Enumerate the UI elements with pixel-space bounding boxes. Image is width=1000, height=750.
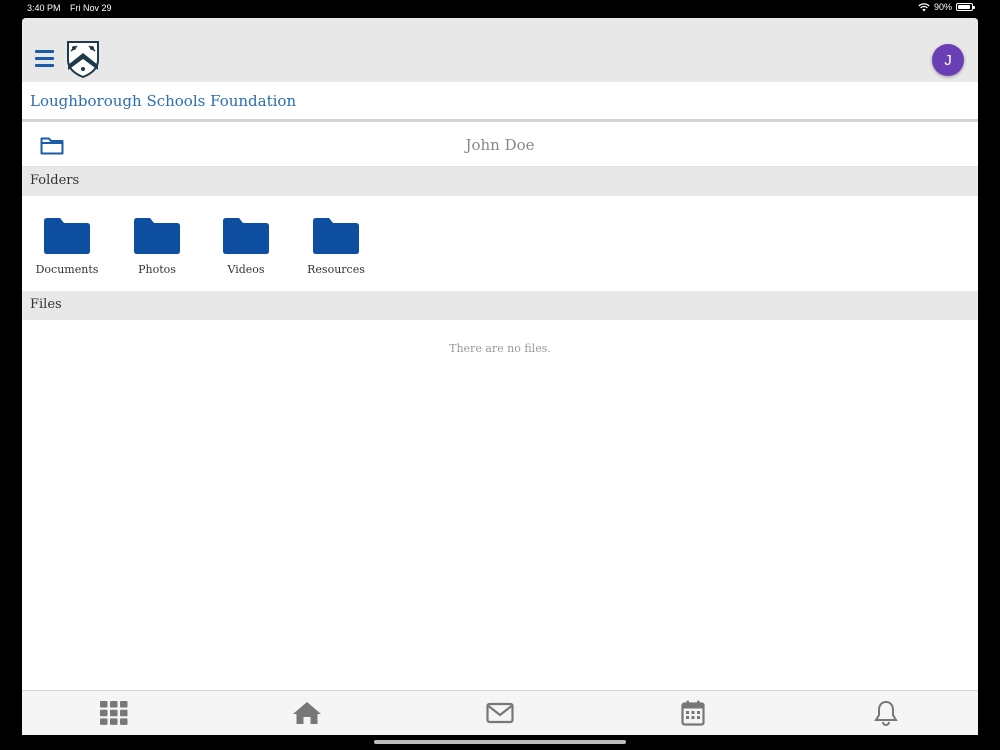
wifi-icon: [918, 2, 930, 11]
org-bar: Loughborough Schools Foundation: [22, 82, 978, 122]
app-screen: J Loughborough Schools Foundation John D…: [22, 18, 978, 735]
folder-icon: [44, 218, 90, 254]
school-crest-logo[interactable]: [66, 40, 100, 78]
battery-icon: [956, 3, 975, 11]
folder-videos[interactable]: Videos: [201, 218, 291, 276]
folder-owner-name: John Doe: [465, 136, 535, 154]
mail-icon: [486, 702, 514, 724]
user-avatar[interactable]: J: [932, 44, 964, 76]
folder-resources[interactable]: Resources: [291, 218, 381, 276]
menu-icon[interactable]: [35, 50, 54, 67]
status-time: 3:40 PM: [27, 3, 61, 13]
empty-files-message: There are no files.: [449, 342, 551, 355]
status-bar: 3:40 PM Fri Nov 29 90%: [0, 0, 1000, 16]
home-icon: [293, 702, 321, 724]
folder-label: Documents: [35, 263, 99, 276]
folders-title: Folders: [30, 173, 80, 188]
files-section-header: Files: [22, 291, 978, 320]
calendar-icon: [681, 700, 705, 726]
bell-icon: [874, 700, 898, 726]
folder-label: Photos: [138, 263, 176, 276]
battery-percent: 90%: [933, 2, 952, 12]
tab-apps[interactable]: [99, 699, 129, 727]
status-date: Fri Nov 29: [70, 3, 112, 13]
bottom-tab-bar: [22, 690, 978, 735]
folder-documents[interactable]: Documents: [22, 218, 112, 276]
folders-grid: Documents Photos Videos Resources: [22, 198, 978, 290]
folder-label: Videos: [227, 263, 265, 276]
files-title: Files: [30, 297, 62, 312]
folder-label: Resources: [307, 263, 365, 276]
folder-icon: [134, 218, 180, 254]
org-name[interactable]: Loughborough Schools Foundation: [30, 92, 296, 110]
tab-notifications[interactable]: [871, 699, 901, 727]
folder-icon: [223, 218, 269, 254]
folder-photos[interactable]: Photos: [112, 218, 202, 276]
path-bar: John Doe: [22, 122, 978, 167]
grid-icon: [100, 701, 128, 725]
tab-home[interactable]: [292, 699, 322, 727]
top-bar: J: [22, 18, 978, 82]
folders-section-header: Folders: [22, 167, 978, 196]
status-right: 90%: [918, 2, 975, 12]
folder-icon: [313, 218, 359, 254]
tab-calendar[interactable]: [678, 699, 708, 727]
home-indicator[interactable]: [374, 740, 626, 744]
tab-messages[interactable]: [485, 699, 515, 727]
